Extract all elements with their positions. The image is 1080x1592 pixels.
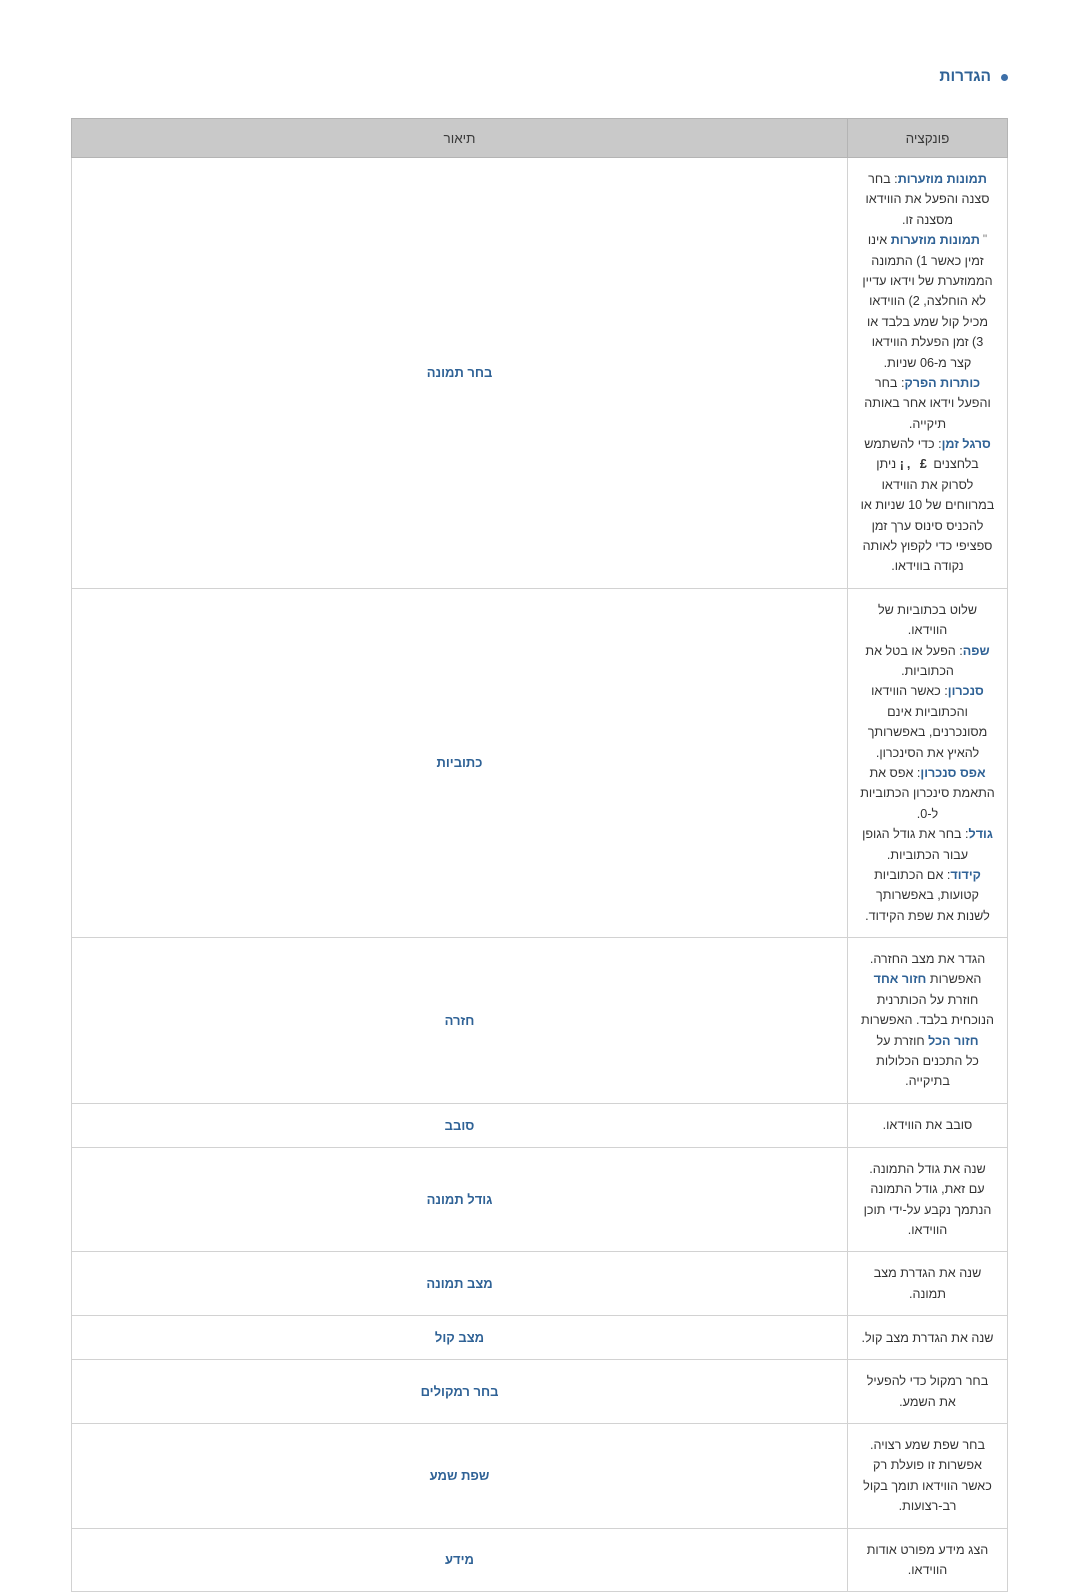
description-line: שלוט בכתוביות של הווידאו. bbox=[860, 600, 995, 641]
description-line: כל התכנים הכלולות בתיקייה. bbox=[860, 1051, 995, 1092]
table-row: בחר שפת שמע רצויה. אפשרות זו פועלת רק כא… bbox=[71, 1423, 1008, 1529]
cell-feature: מידע bbox=[71, 1527, 848, 1592]
table-header-row: פונקציה תיאור bbox=[71, 118, 1008, 158]
column-header-description: תיאור bbox=[71, 118, 848, 158]
description-line: "תמונות מוזערות אינו זמין כאשר 1) התמונה… bbox=[860, 230, 995, 373]
cell-feature: בחר רמקולים bbox=[71, 1359, 848, 1425]
keyword-term: תמונות מוזערות bbox=[897, 172, 987, 186]
bullet-icon bbox=[1001, 73, 1008, 81]
description-line: תמונות מוזערות: בחר סצנה והפעל את הווידא… bbox=[860, 169, 995, 230]
table-row: הצג מידע מפורט אודות הווידאו. מידע bbox=[71, 1527, 1008, 1592]
text-run: סובב את הווידאו. bbox=[882, 1118, 973, 1133]
keyword-term: כותרות הפרק bbox=[904, 375, 981, 390]
text-run: אינו זמין כאשר 1) התמונה הממוזערת של ויד… bbox=[862, 233, 993, 370]
description-line: אפס סנכרון: אפס את התאמת סינכרון הכתוביו… bbox=[860, 763, 995, 824]
text-run: חוזרת על הכותרנית הנוכחית בלבד. האפשרות bbox=[861, 992, 994, 1028]
cell-description: שנה את הגדרת מצב תמונה. bbox=[847, 1251, 1008, 1317]
keyword-term: אפס סנכרון bbox=[920, 765, 986, 780]
table-row: בחר רמקול כדי להפעיל את השמע. בחר רמקולים bbox=[71, 1359, 1008, 1425]
description-line: הצג מידע מפורט אודות הווידאו. bbox=[860, 1540, 995, 1581]
cell-feature: מצב תמונה bbox=[71, 1251, 848, 1317]
button-glyphs: £ ,¡ bbox=[899, 457, 930, 472]
table-row: שלוט בכתוביות של הווידאו. שפה: הפעל או בט… bbox=[71, 587, 1008, 939]
table-row: סובב את הווידאו. סובב bbox=[71, 1102, 1008, 1148]
settings-table: פונקציה תיאור תמונות מוזערות: בחר סצנה ו… bbox=[71, 118, 1008, 1592]
keyword-term: חזור אחד bbox=[873, 972, 927, 987]
description-line: שנה את גודל התמונה. עם זאת, גודל התמונה … bbox=[860, 1159, 995, 1241]
text-run: שנה את גודל התמונה. עם זאת, גודל התמונה … bbox=[863, 1161, 992, 1238]
cell-feature: סובב bbox=[71, 1102, 848, 1148]
keyword-term: סרגל זמן bbox=[941, 437, 991, 452]
section-title: הגדרות bbox=[939, 68, 991, 85]
cell-feature: מצב קול bbox=[71, 1315, 848, 1361]
cell-description: סובב את הווידאו. bbox=[847, 1102, 1008, 1148]
text-run: שלוט בכתוביות של הווידאו. bbox=[877, 602, 978, 638]
description-line: שנה את הגדרת מצב קול. bbox=[860, 1328, 995, 1348]
cell-description: בחר רמקול כדי להפעיל את השמע. bbox=[847, 1359, 1008, 1425]
description-line: בחר רמקול כדי להפעיל את השמע. bbox=[860, 1371, 995, 1412]
cell-feature: גודל תמונה bbox=[71, 1146, 848, 1253]
text-run: ניתן לסרוק את הווידאו במרווחים של 10 שני… bbox=[860, 457, 995, 574]
keyword-term: גודל bbox=[968, 827, 993, 842]
description-line: הגדר את מצב החזרה. האפשרות חזור אחד חוזר… bbox=[860, 949, 995, 1051]
description-line: סובב את הווידאו. bbox=[860, 1115, 995, 1135]
document-page: הגדרות פונקציה תיאור תמונות מוזערות: בחר… bbox=[0, 0, 1080, 1592]
description-line: קידוד: אם הכתוביות קטועות, באפשרותך לשנו… bbox=[860, 865, 995, 926]
description-line: סרגל זמן: כדי להשתמש בלחצנים £ ,¡ ניתן ל… bbox=[860, 434, 995, 577]
keyword-term: תמונות מוזערות bbox=[890, 233, 980, 248]
text-run: חוזרת על bbox=[876, 1033, 929, 1048]
cell-feature: חזרה bbox=[71, 937, 848, 1104]
cell-description: שנה את גודל התמונה. עם זאת, גודל התמונה … bbox=[847, 1146, 1008, 1253]
description-line: בחר שפת שמע רצויה. אפשרות זו פועלת רק כא… bbox=[860, 1435, 995, 1517]
text-run: שנה את הגדרת מצב קול. bbox=[861, 1330, 994, 1345]
table-row: שנה את הגדרת מצב תמונה. מצב תמונה bbox=[71, 1251, 1008, 1317]
keyword-term: שפה bbox=[962, 643, 990, 658]
table-body: תמונות מוזערות: בחר סצנה והפעל את הווידא… bbox=[71, 157, 1008, 1592]
cell-description: תמונות מוזערות: בחר סצנה והפעל את הווידא… bbox=[847, 157, 1008, 589]
description-line: גודל: בחר את גודל הגופן עבור הכתוביות. bbox=[860, 824, 995, 865]
text-run: : הפעל או בטל את הכתוביות. bbox=[865, 643, 963, 678]
text-run: בחר רמקול כדי להפעיל את השמע. bbox=[866, 1374, 989, 1409]
keyword-term: סנכרון bbox=[947, 684, 984, 699]
description-line: סנכרון: כאשר הווידאו והכתוביות אינם מסונ… bbox=[860, 681, 995, 763]
cell-description: הצג מידע מפורט אודות הווידאו. bbox=[847, 1527, 1008, 1592]
note-quote-icon: " bbox=[982, 232, 988, 247]
table-row: שנה את גודל התמונה. עם זאת, גודל התמונה … bbox=[71, 1146, 1008, 1253]
keyword-term: קידוד bbox=[950, 867, 981, 882]
text-run: הצג מידע מפורט אודות הווידאו. bbox=[866, 1542, 989, 1577]
table-head: פונקציה תיאור bbox=[71, 118, 1008, 158]
text-run: כל התכנים הכלולות בתיקייה. bbox=[876, 1054, 979, 1089]
description-line: כותרות הפרק: בחר והפעל וידאו אחר באותה ת… bbox=[860, 373, 995, 434]
description-line: שפה: הפעל או בטל את הכתוביות. bbox=[860, 641, 995, 682]
cell-description: שלוט בכתוביות של הווידאו. שפה: הפעל או בט… bbox=[847, 587, 1008, 939]
column-header-feature: פונקציה bbox=[847, 118, 1008, 158]
section-heading: הגדרות bbox=[72, 68, 1008, 86]
cell-feature: שפת שמע bbox=[71, 1423, 848, 1529]
text-run: בחר שפת שמע רצויה. אפשרות זו פועלת רק כא… bbox=[863, 1438, 992, 1514]
cell-description: בחר שפת שמע רצויה. אפשרות זו פועלת רק כא… bbox=[847, 1423, 1008, 1529]
table-row: הגדר את מצב החזרה. האפשרות חזור אחד חוזר… bbox=[71, 937, 1008, 1104]
text-run: : בחר את גודל הגופן עבור הכתוביות. bbox=[862, 827, 969, 862]
table-row: תמונות מוזערות: בחר סצנה והפעל את הווידא… bbox=[71, 157, 1008, 589]
cell-description: הגדר את מצב החזרה. האפשרות חזור אחד חוזר… bbox=[847, 937, 1008, 1104]
table-row: שנה את הגדרת מצב קול. מצב קול bbox=[71, 1315, 1008, 1361]
text-run: שנה את הגדרת מצב תמונה. bbox=[873, 1266, 982, 1301]
cell-feature: בחר תמונה bbox=[71, 157, 848, 589]
cell-feature: כתוביות bbox=[71, 587, 848, 939]
keyword-term: חזור הכל bbox=[928, 1033, 979, 1048]
cell-description: שנה את הגדרת מצב קול. bbox=[847, 1315, 1008, 1361]
description-line: שנה את הגדרת מצב תמונה. bbox=[860, 1263, 995, 1304]
